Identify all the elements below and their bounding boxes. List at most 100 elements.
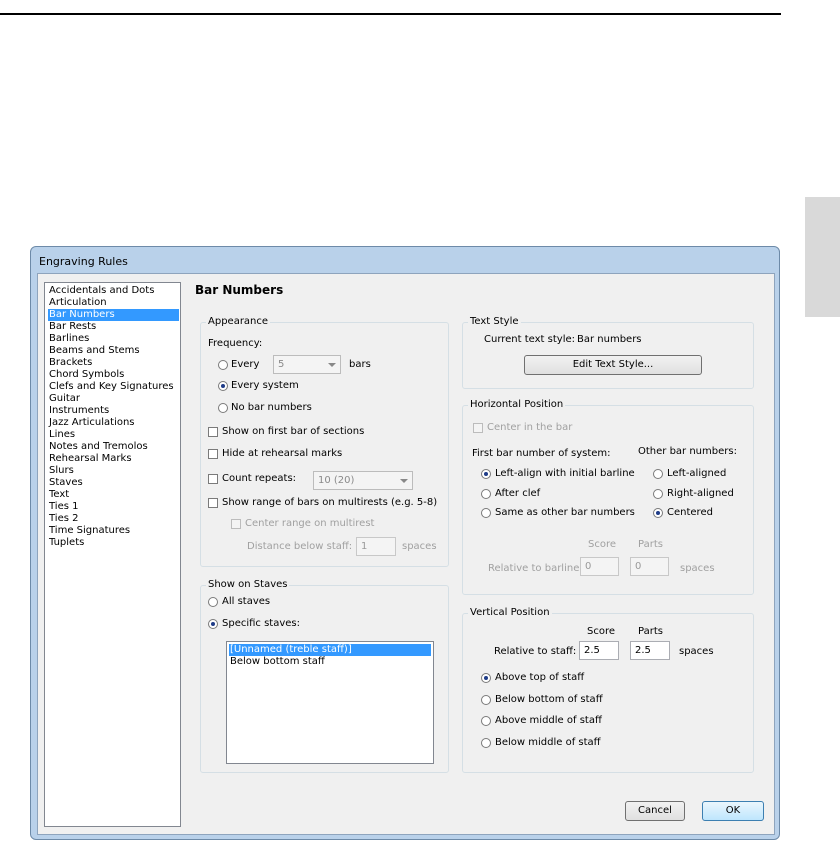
h-score-header: Score [588, 539, 617, 550]
no-bar-numbers-radio[interactable] [218, 403, 228, 413]
category-item[interactable]: Instruments [48, 405, 179, 417]
left-align-initial-radio[interactable] [481, 469, 491, 479]
v-spaces-label: spaces [679, 646, 714, 657]
h-parts-header: Parts [638, 539, 663, 550]
stave-item-selected[interactable]: [Unnamed (treble staff)] [229, 644, 431, 656]
v-score-header: Score [587, 626, 616, 637]
h-spaces-label: spaces [680, 563, 715, 574]
same-as-other-radio[interactable] [481, 508, 491, 518]
specific-staves-label: Specific staves: [222, 618, 301, 629]
center-in-bar-checkbox [473, 423, 483, 433]
category-item[interactable]: Jazz Articulations [48, 417, 179, 429]
category-item[interactable]: Text [48, 489, 179, 501]
category-list[interactable]: Accidentals and Dots Articulation Bar Nu… [44, 282, 181, 827]
right-aligned-radio[interactable] [653, 489, 663, 499]
above-top-radio[interactable] [481, 673, 491, 683]
v-score-input[interactable]: 2.5 [579, 641, 619, 660]
centered-label: Centered [667, 507, 713, 518]
relative-to-barline-label: Relative to barline: [488, 563, 583, 574]
above-top-label: Above top of staff [495, 672, 585, 683]
category-item[interactable]: Guitar [48, 393, 179, 405]
chevron-down-icon [400, 479, 408, 483]
centered-radio[interactable] [653, 508, 663, 518]
category-item[interactable]: Bar Rests [48, 321, 179, 333]
left-aligned-radio[interactable] [653, 469, 663, 479]
other-bar-numbers-label: Other bar numbers: [638, 446, 737, 457]
category-item[interactable]: Slurs [48, 465, 179, 477]
specific-staves-radio[interactable] [208, 619, 218, 629]
below-bottom-radio[interactable] [481, 695, 491, 705]
below-bottom-label: Below bottom of staff [495, 694, 603, 705]
every-radio[interactable] [218, 360, 228, 370]
same-as-other-label: Same as other bar numbers [495, 507, 635, 518]
ok-button[interactable]: OK [702, 801, 764, 821]
every-system-label: Every system [231, 380, 299, 391]
distance-label: Distance below staff: [247, 541, 353, 552]
show-first-bar-checkbox[interactable] [208, 427, 218, 437]
category-item[interactable]: Tuplets [48, 537, 179, 549]
page-title: Bar Numbers [195, 283, 284, 297]
category-item[interactable]: Beams and Stems [48, 345, 179, 357]
category-item[interactable]: Notes and Tremolos [48, 441, 179, 453]
edit-text-style-button[interactable]: Edit Text Style... [524, 355, 702, 375]
horizontal-position-label: Horizontal Position [468, 399, 566, 410]
left-aligned-label: Left-aligned [667, 468, 727, 479]
relative-to-staff-label: Relative to staff: [494, 646, 577, 657]
category-item[interactable]: Lines [48, 429, 179, 441]
after-clef-radio[interactable] [481, 489, 491, 499]
show-range-label: Show range of bars on multirests (e.g. 5… [222, 497, 438, 508]
count-repeats-label: Count repeats: [222, 473, 297, 484]
category-item[interactable]: Accidentals and Dots [48, 285, 179, 297]
distance-input: 1 [356, 537, 396, 556]
cancel-button[interactable]: Cancel [625, 801, 685, 821]
every-system-radio[interactable] [218, 381, 228, 391]
category-item[interactable]: Clefs and Key Signatures [48, 381, 179, 393]
right-aligned-label: Right-aligned [667, 488, 734, 499]
category-item[interactable]: Chord Symbols [48, 369, 179, 381]
count-repeats-checkbox[interactable] [208, 474, 218, 484]
category-item[interactable]: Articulation [48, 297, 179, 309]
distance-spaces-label: spaces [402, 541, 437, 552]
every-bars-select: 5 [273, 355, 341, 374]
category-item[interactable]: Barlines [48, 333, 179, 345]
chevron-down-icon [328, 363, 336, 367]
stave-item[interactable]: Below bottom staff [229, 656, 431, 668]
vertical-position-group [462, 613, 754, 773]
center-range-checkbox [231, 519, 241, 529]
center-range-label: Center range on multirest [245, 518, 375, 529]
above-middle-radio[interactable] [481, 716, 491, 726]
hide-rehearsal-checkbox[interactable] [208, 449, 218, 459]
current-text-style-value: Bar numbers [577, 334, 642, 345]
category-item[interactable]: Staves [48, 477, 179, 489]
vertical-position-label: Vertical Position [468, 607, 552, 618]
category-item[interactable]: Brackets [48, 357, 179, 369]
every-label: Every [231, 359, 260, 370]
current-text-style-label: Current text style: [484, 334, 576, 345]
show-range-checkbox[interactable] [208, 498, 218, 508]
category-item[interactable]: Time Signatures [48, 525, 179, 537]
below-middle-label: Below middle of staff [495, 737, 601, 748]
bars-label: bars [349, 359, 371, 370]
category-item[interactable]: Ties 1 [48, 501, 179, 513]
category-item[interactable]: Rehearsal Marks [48, 453, 179, 465]
hide-rehearsal-label: Hide at rehearsal marks [222, 448, 343, 459]
dialog-title: Engraving Rules [39, 255, 128, 268]
center-in-bar-label: Center in the bar [487, 422, 573, 433]
show-on-staves-label: Show on Staves [206, 579, 290, 590]
count-repeats-select: 10 (20) [313, 471, 413, 490]
v-parts-input[interactable]: 2.5 [630, 641, 670, 660]
h-score-input: 0 [580, 557, 619, 576]
below-middle-radio[interactable] [481, 738, 491, 748]
appearance-group-label: Appearance [206, 316, 271, 327]
staves-list[interactable]: [Unnamed (treble staff)] Below bottom st… [226, 641, 434, 764]
first-bar-label: First bar number of system: [472, 448, 611, 459]
category-item[interactable]: Ties 2 [48, 513, 179, 525]
category-item-selected[interactable]: Bar Numbers [48, 309, 179, 321]
page-rule [0, 13, 781, 15]
no-bar-numbers-label: No bar numbers [231, 402, 312, 413]
all-staves-radio[interactable] [208, 597, 218, 607]
after-clef-label: After clef [495, 488, 541, 499]
count-repeats-value: 10 (20) [318, 475, 355, 486]
above-middle-label: Above middle of staff [495, 715, 602, 726]
text-style-label: Text Style [468, 316, 521, 327]
